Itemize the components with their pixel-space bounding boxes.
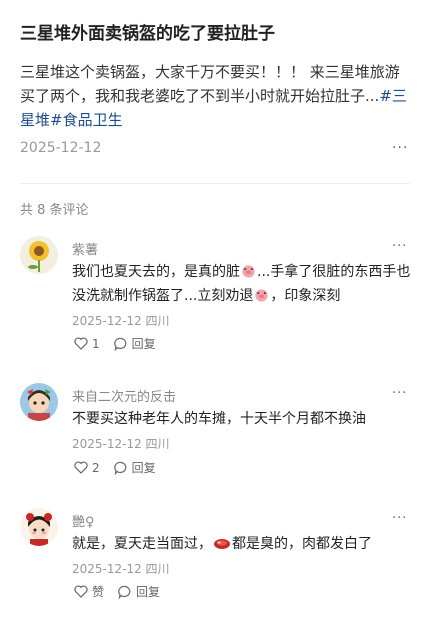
reply-label: 回复 bbox=[131, 337, 156, 351]
heart-icon bbox=[74, 337, 88, 350]
comment-author[interactable]: 艷♀ bbox=[72, 511, 95, 530]
anime-character-avatar-icon bbox=[20, 383, 58, 421]
like-count: 1 bbox=[92, 336, 100, 351]
comment-more-button[interactable]: ··· bbox=[392, 239, 407, 254]
comment-more-button[interactable]: ··· bbox=[392, 386, 407, 401]
reply-button[interactable]: 回复 bbox=[113, 335, 156, 352]
comment-text-part: 都是臭的，肉都发白了 bbox=[232, 536, 372, 552]
speech-bubble-icon bbox=[113, 461, 126, 475]
comment-text-part: 我们也夏天去的，是真的脏 bbox=[72, 264, 240, 280]
comment-text: 不要买这种老年人的车摊，十天半个月都不换油 bbox=[72, 411, 366, 427]
comment-author[interactable]: 来自二次元的反击 bbox=[72, 386, 176, 405]
comment-more-button[interactable]: ··· bbox=[392, 511, 407, 526]
like-count: 2 bbox=[92, 460, 100, 475]
comment-meta: 2025-12-12 四川 bbox=[72, 562, 170, 576]
reply-label: 回复 bbox=[131, 461, 156, 475]
post-date: 2025-12-12 bbox=[20, 140, 102, 156]
like-button[interactable]: 赞 bbox=[74, 583, 104, 600]
avatar[interactable] bbox=[20, 508, 58, 546]
meat-emoji-icon bbox=[213, 535, 231, 557]
like-label: 赞 bbox=[92, 585, 105, 599]
pig-emoji-icon bbox=[241, 263, 256, 285]
reply-button[interactable]: 回复 bbox=[118, 583, 160, 600]
comment-actions: 2 回复 bbox=[74, 459, 170, 476]
avatar[interactable] bbox=[20, 383, 58, 421]
comment-meta: 2025-12-12 四川 bbox=[72, 314, 170, 328]
heart-icon bbox=[74, 585, 88, 598]
comment-count: 共 8 条评论 bbox=[20, 203, 89, 218]
divider bbox=[20, 183, 410, 184]
comment-text-part: 就是，夏天走当面过， bbox=[72, 536, 212, 552]
post-body: 三星堆这个卖锅盔，大家千万不要买！！！ 来三星堆旅游买了两个，我和我老婆吃了不到… bbox=[20, 60, 412, 132]
avatar[interactable] bbox=[20, 236, 58, 274]
comment-item: 艷♀ ··· 就是，夏天走当面过， 都是臭的，肉都发白了 2025-12-12 四… bbox=[0, 508, 425, 627]
comment-item: 紫薯 ··· 我们也夏天去的，是真的脏 ...手拿了很脏的东西手也没洗就制作锅盔了… bbox=[0, 236, 425, 356]
reply-label: 回复 bbox=[136, 585, 161, 599]
heart-icon bbox=[74, 461, 88, 474]
comment-author[interactable]: 紫薯 bbox=[72, 239, 98, 258]
comment-text: 我们也夏天去的，是真的脏 ...手拿了很脏的东西手也没洗就制作锅盔了...立刻劝退… bbox=[72, 261, 417, 309]
comment-item: 来自二次元的反击 ··· 不要买这种老年人的车摊，十天半个月都不换油 2025-… bbox=[0, 383, 425, 503]
speech-bubble-icon bbox=[118, 585, 131, 599]
sunflower-avatar-icon bbox=[20, 236, 58, 274]
comment-text: 就是，夏天走当面过， 都是臭的，肉都发白了 bbox=[72, 533, 417, 557]
like-button[interactable]: 1 bbox=[74, 337, 100, 351]
comment-meta: 2025-12-12 四川 bbox=[72, 437, 170, 451]
comment-actions: 赞 回复 bbox=[74, 583, 174, 600]
post-page: 三星堆外面卖锅盔的吃了要拉肚子 三星堆这个卖锅盔，大家千万不要买！！！ 来三星堆… bbox=[0, 0, 425, 627]
post-title: 三星堆外面卖锅盔的吃了要拉肚子 bbox=[20, 24, 275, 44]
post-body-text: 三星堆这个卖锅盔，大家千万不要买！！！ 来三星堆旅游买了两个，我和我老婆吃了不到… bbox=[20, 63, 400, 105]
tag-food-hygiene[interactable]: #食品卫生 bbox=[50, 111, 123, 129]
reply-button[interactable]: 回复 bbox=[113, 459, 156, 476]
cartoon-girl-avatar-icon bbox=[20, 508, 58, 546]
comment-text-part: ，印象深刻 bbox=[270, 288, 341, 304]
post-more-button[interactable]: ··· bbox=[392, 140, 408, 156]
comment-actions: 1 回复 bbox=[74, 335, 170, 352]
pig-emoji-icon bbox=[254, 287, 269, 309]
speech-bubble-icon bbox=[113, 337, 126, 351]
like-button[interactable]: 2 bbox=[74, 461, 100, 475]
